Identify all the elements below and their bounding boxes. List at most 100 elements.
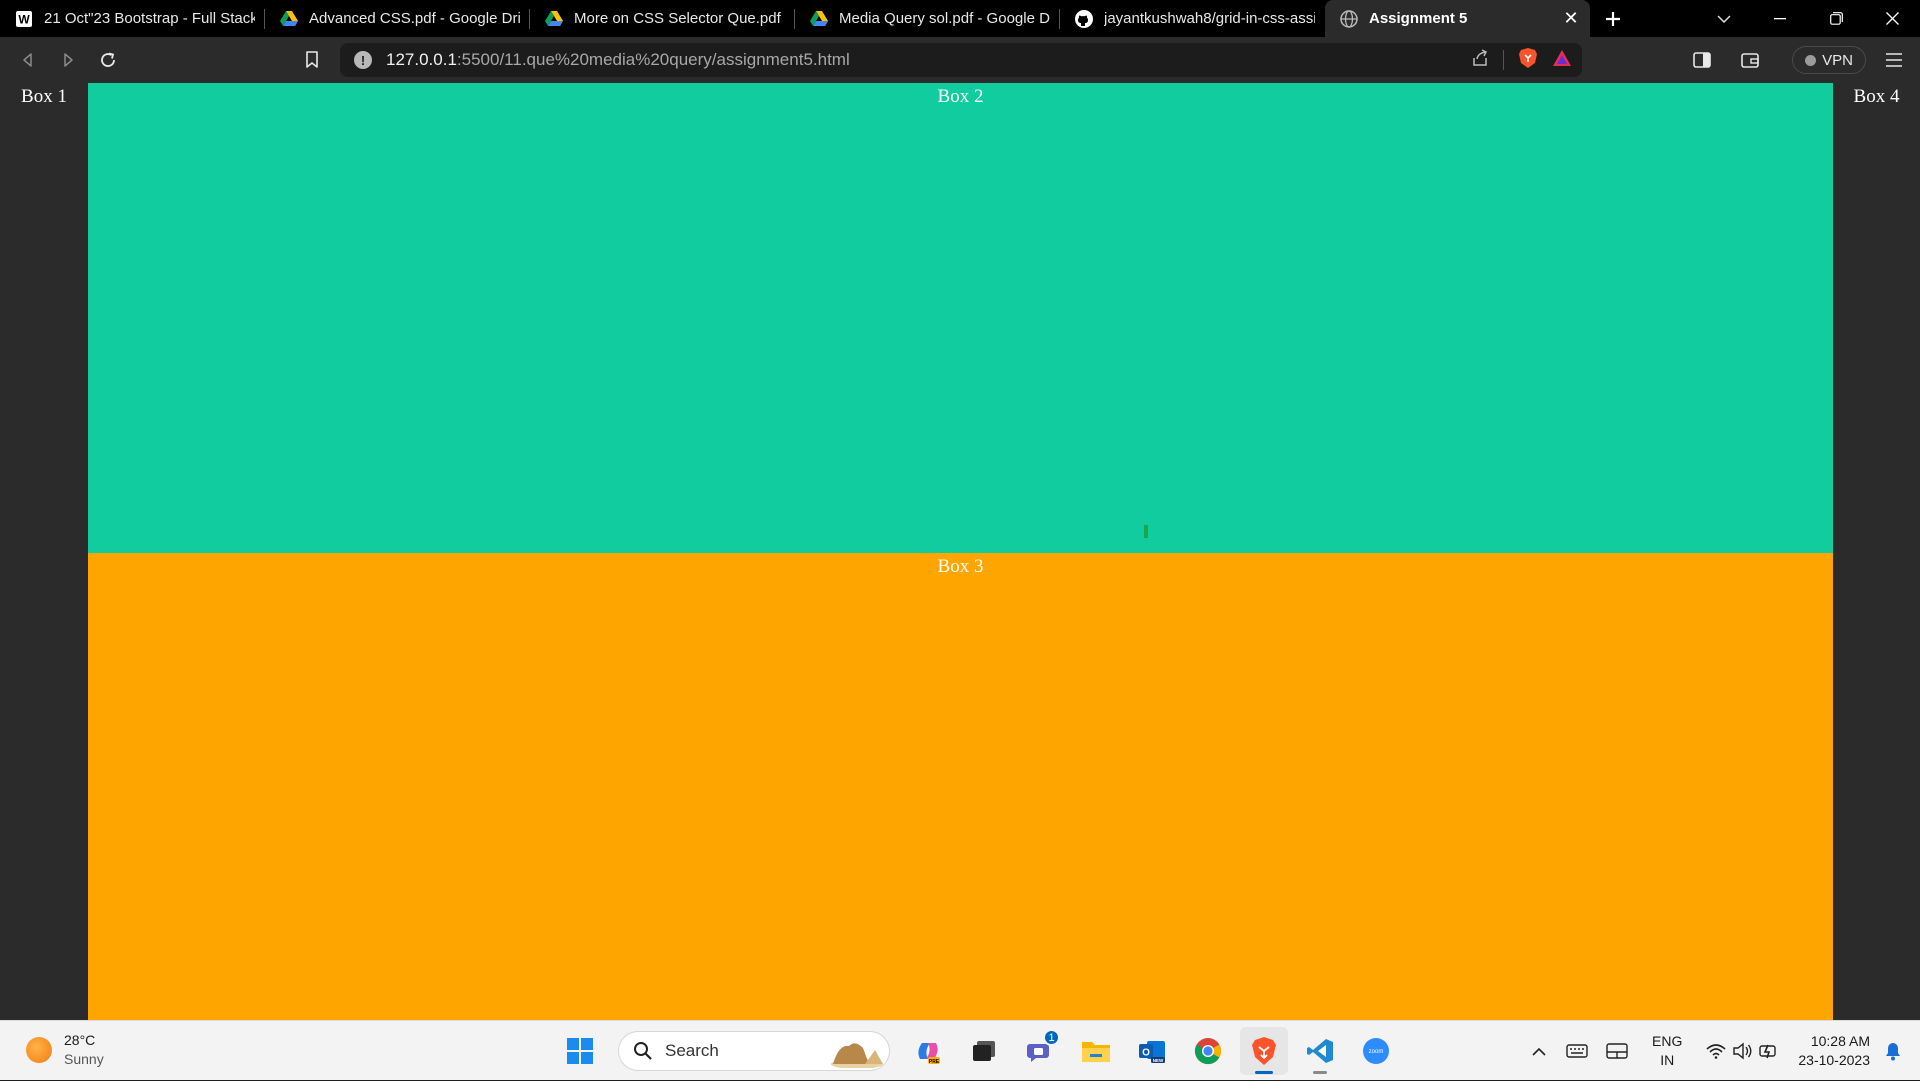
box-3-label: Box 3	[937, 556, 984, 577]
close-icon	[1885, 12, 1899, 25]
battery-button[interactable]	[1758, 1021, 1778, 1081]
back-button[interactable]	[8, 42, 48, 78]
plus-icon	[1606, 11, 1620, 26]
box-4: Box 4	[1833, 83, 1920, 1020]
web-page: Box 1 Box 2 Box 3 Box 4	[0, 83, 1920, 1020]
address-bar[interactable]: ! 127.0.0.1:5500/11.que%20media%20query/…	[340, 43, 1582, 77]
close-tab-icon[interactable]: ✕	[1562, 8, 1580, 29]
clock-time: 10:28 AM	[1810, 1033, 1870, 1049]
restore-icon	[1829, 12, 1843, 25]
github-icon	[1074, 9, 1094, 29]
bookmark-button[interactable]	[292, 42, 332, 78]
vscode-app[interactable]	[1296, 1027, 1344, 1075]
outlook-icon: ONEW	[1139, 1041, 1165, 1063]
tab-strip: W 21 Oct"23 Bootstrap - Full Stack W Adv…	[0, 0, 1920, 37]
minimize-button[interactable]	[1752, 0, 1808, 37]
task-view-icon	[973, 1041, 995, 1061]
keyboard-icon	[1566, 1044, 1588, 1058]
copilot-icon: PRE	[918, 1043, 940, 1065]
chrome-icon	[1194, 1038, 1222, 1065]
chevron-down-icon	[1717, 14, 1731, 23]
globe-icon	[1339, 9, 1359, 29]
running-app-indicator	[1313, 1071, 1327, 1074]
volume-button[interactable]	[1732, 1021, 1752, 1081]
bell-icon	[1886, 1043, 1900, 1061]
copilot-app[interactable]: PRE	[904, 1027, 952, 1075]
google-drive-icon	[279, 9, 299, 29]
weather-widget[interactable]: 28°C Sunny	[26, 1031, 104, 1069]
google-drive-icon	[544, 9, 564, 29]
site-info-icon[interactable]: !	[354, 51, 372, 69]
wallet-icon	[1741, 53, 1759, 68]
reload-button[interactable]	[88, 42, 128, 78]
brave-shields-icon[interactable]	[1518, 47, 1538, 74]
brave-rewards-icon[interactable]	[1552, 49, 1572, 72]
forward-button[interactable]	[48, 42, 88, 78]
text-cursor-icon	[1144, 525, 1148, 538]
notifications-button[interactable]	[1884, 1021, 1902, 1081]
teams-app[interactable]: 1	[1016, 1027, 1064, 1075]
windows-logo-icon	[567, 1038, 593, 1064]
clock-date: 23-10-2023	[1798, 1052, 1870, 1068]
url-host: 127.0.0.1	[386, 50, 457, 69]
file-explorer-app[interactable]	[1072, 1027, 1120, 1075]
display-button[interactable]	[1606, 1021, 1628, 1081]
tab-title: Advanced CSS.pdf - Google Drive	[309, 10, 520, 27]
tab-advanced-css[interactable]: Advanced CSS.pdf - Google Drive	[265, 0, 530, 37]
svg-text:NEW: NEW	[1153, 1058, 1164, 1063]
browser-toolbar: ! 127.0.0.1:5500/11.que%20media%20query/…	[0, 37, 1920, 83]
sidebar-toggle-button[interactable]	[1682, 42, 1722, 78]
tab-title: 21 Oct"23 Bootstrap - Full Stack W	[44, 10, 255, 27]
show-hidden-icons-button[interactable]	[1532, 1021, 1546, 1081]
display-icon	[1606, 1043, 1628, 1059]
wifi-icon	[1706, 1044, 1726, 1059]
windows-taskbar: 28°C Sunny Search PRE 1 O NEW zoom ENG I…	[0, 1020, 1920, 1080]
box-3: Box 3	[88, 553, 1833, 1020]
tab-title: More on CSS Selector Que.pdf - Go	[574, 10, 785, 27]
network-button[interactable]	[1706, 1021, 1726, 1081]
share-icon[interactable]	[1471, 48, 1489, 72]
outlook-app[interactable]: O NEW	[1128, 1027, 1176, 1075]
search-placeholder: Search	[665, 1041, 719, 1060]
wallet-button[interactable]	[1730, 42, 1770, 78]
tab-search-button[interactable]	[1696, 0, 1752, 37]
system-tray: ENG IN 10:28 AM 23-10-2023	[1526, 1021, 1920, 1081]
task-view-app[interactable]	[960, 1027, 1008, 1075]
tab-media-query[interactable]: Media Query sol.pdf - Google Drive	[795, 0, 1060, 37]
zoom-app[interactable]: zoom	[1352, 1027, 1400, 1075]
box-1-label: Box 1	[21, 86, 67, 107]
tab-assignment-5[interactable]: Assignment 5 ✕	[1325, 0, 1590, 37]
vpn-button[interactable]: VPN	[1792, 46, 1866, 74]
taskbar-search[interactable]: Search	[618, 1031, 890, 1071]
restore-button[interactable]	[1808, 0, 1864, 37]
notification-badge: 1	[1043, 1029, 1060, 1046]
tab-title: Assignment 5	[1369, 10, 1468, 27]
reload-icon	[101, 52, 115, 67]
brave-app[interactable]	[1240, 1027, 1288, 1075]
box-1: Box 1	[0, 83, 88, 1020]
chrome-app[interactable]	[1184, 1027, 1232, 1075]
vpn-label: VPN	[1822, 51, 1853, 69]
language-region: IN	[1660, 1052, 1675, 1068]
box-4-label: Box 4	[1853, 86, 1900, 107]
menu-button[interactable]	[1874, 42, 1914, 78]
svg-text:O: O	[1142, 1048, 1150, 1059]
close-window-button[interactable]	[1864, 0, 1920, 37]
battery-charging-icon	[1759, 1044, 1777, 1059]
sun-icon	[26, 1037, 52, 1063]
weather-temperature: 28°C	[64, 1032, 96, 1048]
box-2-label: Box 2	[937, 86, 984, 107]
language-indicator[interactable]: ENG IN	[1652, 1021, 1682, 1081]
hamburger-menu-icon	[1886, 53, 1902, 67]
touch-keyboard-button[interactable]	[1566, 1021, 1588, 1081]
tab-github[interactable]: jayantkushwah8/grid-in-css-assig	[1060, 0, 1325, 37]
clock[interactable]: 10:28 AM 23-10-2023	[1798, 1021, 1870, 1081]
tab-css-selector[interactable]: More on CSS Selector Que.pdf - Go	[530, 0, 795, 37]
start-button[interactable]	[556, 1027, 604, 1075]
search-highlight-art-icon	[831, 1043, 883, 1068]
new-tab-button[interactable]	[1590, 0, 1636, 37]
zoom-icon: zoom	[1363, 1038, 1389, 1064]
box-2: Box 2	[88, 83, 1833, 553]
tab-bootstrap[interactable]: W 21 Oct"23 Bootstrap - Full Stack W	[0, 0, 265, 37]
folder-icon	[1082, 1042, 1110, 1062]
